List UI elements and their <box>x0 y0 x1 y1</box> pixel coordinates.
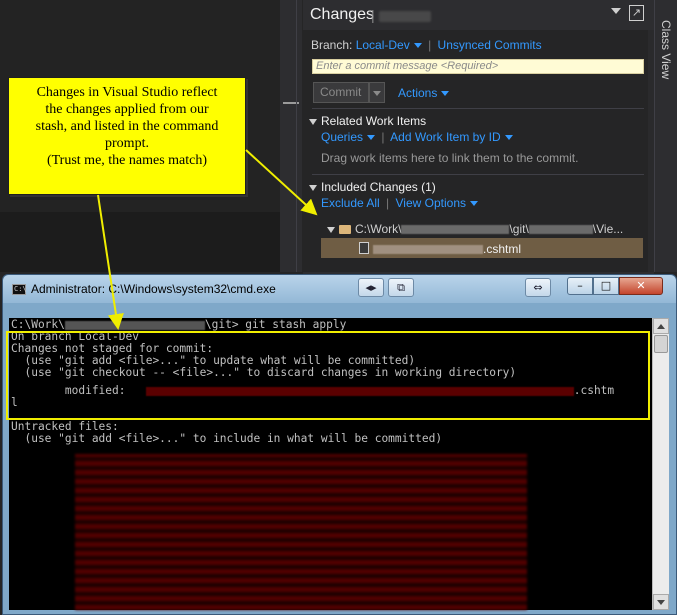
commit-dropdown-button[interactable] <box>369 82 385 103</box>
related-header-label[interactable]: Related Work Items <box>321 114 426 128</box>
prompt-command: \git> git stash apply <box>204 318 347 331</box>
folder-path-end: \Vie... <box>592 222 624 236</box>
minimize-button[interactable]: – <box>567 277 593 295</box>
link-separator: | <box>428 38 432 52</box>
related-work-items-header[interactable]: Related Work Items <box>309 114 426 128</box>
callout-line: stash, and listed in the command <box>35 119 219 134</box>
cmd-icon: C:\ <box>12 284 27 295</box>
redacted-untracked-files <box>75 454 527 610</box>
redacted-path <box>401 225 510 235</box>
expand-triangle-icon[interactable] <box>309 184 317 191</box>
actions-menu[interactable]: Actions <box>398 86 450 100</box>
section-divider <box>312 108 644 109</box>
chevron-down-icon[interactable] <box>611 8 621 14</box>
commit-button[interactable]: Commit <box>313 82 369 103</box>
callout-line: Changes in Visual Studio reflect <box>36 85 218 100</box>
add-work-item-link[interactable]: Add Work Item by ID <box>390 130 500 144</box>
folder-icon <box>339 225 351 235</box>
scroll-thumb[interactable] <box>654 335 668 353</box>
highlight-frame <box>6 331 650 420</box>
folder-path-mid: \git\ <box>509 222 529 236</box>
exclude-all-link[interactable]: Exclude All <box>321 196 380 210</box>
navigate-icon[interactable]: ↗ <box>629 5 644 21</box>
redacted-repo-name <box>379 11 431 22</box>
page-title: Changes <box>310 6 375 23</box>
chevron-down-icon[interactable] <box>441 91 450 97</box>
section-divider <box>312 174 644 175</box>
maximize-button[interactable]: □ <box>593 277 619 295</box>
chevron-down-icon[interactable] <box>504 135 513 141</box>
cmd-title: Administrator: C:\Windows\system32\cmd.e… <box>31 282 276 296</box>
annotation-callout: Changes in Visual Studio reflect the cha… <box>8 77 246 195</box>
branch-row: Branch: Local-Dev | Unsynced Commits <box>311 38 542 52</box>
vs-editor-lower-strip <box>0 212 280 272</box>
team-explorer-panel: Changes | ↗ Branch: Local-Dev | Unsynced… <box>303 0 654 272</box>
class-view-label[interactable]: Class View <box>659 20 673 79</box>
unsynced-commits-link[interactable]: Unsynced Commits <box>438 38 542 52</box>
queries-link[interactable]: Queries <box>321 130 363 144</box>
chevron-down-icon[interactable] <box>367 135 376 141</box>
folder-node[interactable]: C:\Work\ \git\ \Vie... <box>327 222 623 236</box>
view-options-link[interactable]: View Options <box>396 196 466 210</box>
included-changes-header[interactable]: Included Changes (1) <box>309 180 436 194</box>
vs-splitter[interactable] <box>280 0 302 272</box>
branch-dropdown[interactable]: Local-Dev <box>356 38 422 52</box>
actions-link[interactable]: Actions <box>398 86 437 100</box>
redacted-file-name <box>373 245 483 255</box>
cmd-titlebar[interactable]: C:\ Administrator: C:\Windows\system32\c… <box>3 275 676 303</box>
included-header-label[interactable]: Included Changes (1) <box>321 180 436 194</box>
redacted-path <box>528 225 593 235</box>
console-scrollbar[interactable] <box>652 318 669 610</box>
link-separator: | <box>381 130 385 144</box>
chevron-down-icon[interactable] <box>470 201 478 207</box>
splitter-line <box>296 0 297 272</box>
file-icon <box>359 242 369 254</box>
console-line: (use "git add <file>..." to include in w… <box>11 432 443 445</box>
scroll-arrows-icon[interactable]: ◂▸ <box>358 278 384 297</box>
restore-page-icon[interactable]: ⧉ <box>388 278 414 297</box>
chevron-down-icon[interactable] <box>413 43 422 49</box>
expand-triangle-icon[interactable] <box>309 118 317 125</box>
file-name[interactable]: .cshtml <box>373 242 521 256</box>
scroll-down-icon[interactable] <box>653 594 669 610</box>
close-button[interactable]: ✕ <box>619 277 663 295</box>
expand-triangle-icon[interactable] <box>327 226 335 233</box>
callout-line: (Trust me, the names match) <box>46 153 208 168</box>
redacted-path <box>64 320 205 330</box>
link-separator: | <box>386 196 390 210</box>
scroll-up-icon[interactable] <box>653 318 669 334</box>
resize-arrows-icon[interactable]: ⇔ <box>525 278 551 297</box>
branch-label: Branch: <box>311 38 353 52</box>
folder-path-start: C:\Work\ <box>355 222 402 236</box>
drag-hint: Drag work items here to link them to the… <box>321 151 579 165</box>
branch-name[interactable]: Local-Dev <box>356 38 410 52</box>
class-view-tab[interactable]: Class View <box>654 0 677 272</box>
commit-message-input[interactable]: Enter a commit message <Required> <box>312 59 644 74</box>
title-separator: | <box>371 7 375 23</box>
callout-line: the changes applied from our <box>45 102 209 117</box>
team-explorer-header: Changes | ↗ <box>303 0 654 30</box>
work-item-links: Queries | Add Work Item by ID <box>321 130 513 144</box>
file-extension: .cshtml <box>483 242 522 256</box>
callout-line: prompt. <box>105 136 149 151</box>
included-changes-links: Exclude All | View Options <box>321 196 478 210</box>
screenshot: Changes | ↗ Branch: Local-Dev | Unsynced… <box>0 0 677 615</box>
cmd-window: C:\ Administrator: C:\Windows\system32\c… <box>2 274 677 615</box>
